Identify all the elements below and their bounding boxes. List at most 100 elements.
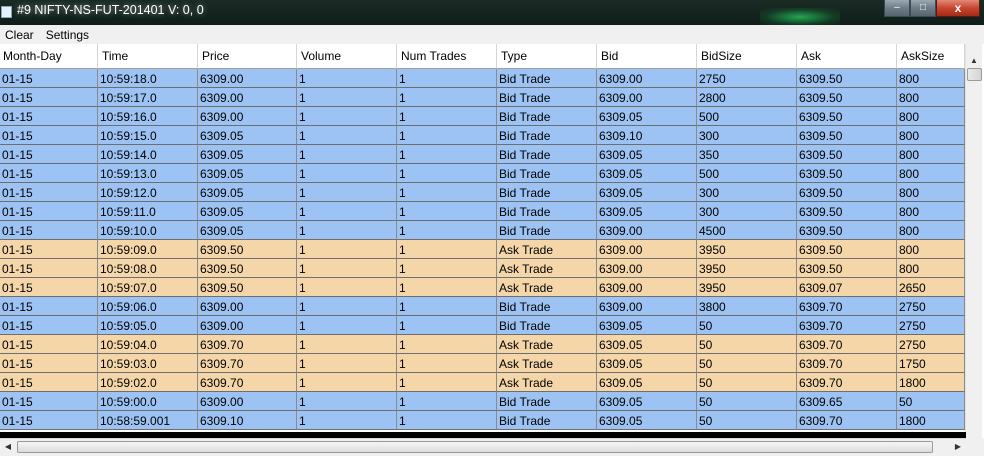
cell-asksize: 800 [897, 126, 965, 145]
table-row[interactable]: 01-15 10:59:13.0 6309.05 1 1 Bid Trade 6309.05… [0, 164, 965, 183]
cell-type: Bid Trade [497, 145, 597, 164]
column-header-ask[interactable]: Ask [797, 44, 897, 69]
table-row[interactable]: 01-15 10:58:59.001 6309.10 1 1 Bid Trade 6309.… [0, 411, 965, 430]
cell-num-trades: 1 [397, 335, 497, 354]
cell-bidsize: 300 [697, 202, 797, 221]
table-row[interactable]: 01-15 10:59:11.0 6309.05 1 1 Bid Trade 6309.05… [0, 202, 965, 221]
title-bar[interactable]: #9 NIFTY-NS-FUT-201401 V: 0, 0 – □ x [0, 0, 984, 25]
cell-price: 6309.50 [198, 278, 297, 297]
column-header-bid[interactable]: Bid [597, 44, 697, 69]
cell-bidsize: 3800 [697, 297, 797, 316]
cell-bidsize: 50 [697, 411, 797, 430]
cell-month-day: 01-15 [0, 202, 98, 221]
cell-bidsize: 2800 [697, 88, 797, 107]
cell-type: Bid Trade [497, 202, 597, 221]
menu-settings[interactable]: Settings [41, 28, 96, 42]
cell-month-day: 01-15 [0, 335, 98, 354]
cell-type: Bid Trade [497, 183, 597, 202]
maximize-button[interactable]: □ [910, 0, 936, 17]
cell-ask: 6309.50 [797, 221, 897, 240]
cell-time: 10:59:13.0 [98, 164, 198, 183]
cell-bidsize: 50 [697, 392, 797, 411]
table-row[interactable]: 01-15 10:59:00.0 6309.00 1 1 Bid Trade 6309.05… [0, 392, 965, 411]
cell-bid: 6309.05 [597, 373, 697, 392]
cell-time: 10:59:02.0 [98, 373, 198, 392]
column-header-time[interactable]: Time [98, 44, 198, 69]
app-icon[interactable] [1, 6, 12, 18]
cell-type: Ask Trade [497, 335, 597, 354]
cell-time: 10:59:03.0 [98, 354, 198, 373]
scroll-up-arrow-icon[interactable]: ▲ [966, 52, 982, 69]
cell-bid: 6309.10 [597, 126, 697, 145]
minimize-button[interactable]: – [884, 0, 910, 17]
cell-volume: 1 [297, 183, 397, 202]
scroll-left-arrow-icon[interactable]: ◀ [0, 439, 16, 455]
cell-time: 10:59:16.0 [98, 107, 198, 126]
column-header-type[interactable]: Type [497, 44, 597, 69]
cell-type: Ask Trade [497, 240, 597, 259]
cell-type: Bid Trade [497, 297, 597, 316]
table-row[interactable]: 01-15 10:59:09.0 6309.50 1 1 Ask Trade 6309.00… [0, 240, 965, 259]
cell-ask: 6309.50 [797, 240, 897, 259]
horizontal-scrollbar[interactable]: ◀ ▶ [0, 438, 966, 455]
table-row[interactable]: 01-15 10:59:18.0 6309.00 1 1 Bid Trade 6309.00… [0, 69, 965, 88]
vertical-scrollbar[interactable]: ▲ [965, 44, 982, 438]
cell-bidsize: 50 [697, 316, 797, 335]
cell-volume: 1 [297, 297, 397, 316]
column-header-volume[interactable]: Volume [297, 44, 397, 69]
table-row[interactable]: 01-15 10:59:05.0 6309.00 1 1 Bid Trade 6309.05… [0, 316, 965, 335]
column-header-bidsize[interactable]: BidSize [697, 44, 797, 69]
cell-num-trades: 1 [397, 126, 497, 145]
cell-num-trades: 1 [397, 259, 497, 278]
table-row[interactable]: 01-15 10:59:08.0 6309.50 1 1 Ask Trade 6309.00… [0, 259, 965, 278]
horizontal-scroll-thumb[interactable] [17, 441, 933, 453]
column-header-asksize[interactable]: AskSize [897, 44, 965, 69]
cell-asksize: 2650 [897, 278, 965, 297]
cell-price: 6309.50 [198, 259, 297, 278]
table-row[interactable]: 01-15 10:59:16.0 6309.00 1 1 Bid Trade 6309.05… [0, 107, 965, 126]
cell-month-day: 01-15 [0, 297, 98, 316]
table-row[interactable]: 01-15 10:59:02.0 6309.70 1 1 Ask Trade 6309.05… [0, 373, 965, 392]
table-row[interactable]: 01-15 10:59:14.0 6309.05 1 1 Bid Trade 6309.05… [0, 145, 965, 164]
menu-clear[interactable]: Clear [0, 28, 41, 42]
cell-asksize: 800 [897, 202, 965, 221]
cell-price: 6309.05 [198, 221, 297, 240]
window-controls: – □ x [884, 0, 980, 18]
cell-ask: 6309.70 [797, 411, 897, 430]
table-row[interactable]: 01-15 10:59:06.0 6309.00 1 1 Bid Trade 6309.00… [0, 297, 965, 316]
scroll-right-arrow-icon[interactable]: ▶ [950, 439, 966, 455]
table-row[interactable]: 01-15 10:59:10.0 6309.05 1 1 Bid Trade 6309.00… [0, 221, 965, 240]
cell-month-day: 01-15 [0, 316, 98, 335]
column-header-month-day[interactable]: Month-Day [0, 44, 98, 69]
column-header-price[interactable]: Price [198, 44, 297, 69]
table-row[interactable]: 01-15 10:59:04.0 6309.70 1 1 Ask Trade 6309.05… [0, 335, 965, 354]
cell-asksize: 800 [897, 69, 965, 88]
cell-time: 10:59:11.0 [98, 202, 198, 221]
table-row[interactable]: 01-15 10:59:15.0 6309.05 1 1 Bid Trade 6309.10… [0, 126, 965, 145]
cell-type: Ask Trade [497, 373, 597, 392]
cell-time: 10:58:59.001 [98, 411, 198, 430]
cell-month-day: 01-15 [0, 164, 98, 183]
cell-num-trades: 1 [397, 316, 497, 335]
table-row[interactable]: 01-15 10:59:17.0 6309.00 1 1 Bid Trade 6309.00… [0, 88, 965, 107]
cell-asksize: 800 [897, 145, 965, 164]
table-row[interactable]: 01-15 10:59:07.0 6309.50 1 1 Ask Trade 6309.00… [0, 278, 965, 297]
cell-price: 6309.00 [198, 88, 297, 107]
column-header-num-trades[interactable]: Num Trades [397, 44, 497, 69]
cell-time: 10:59:05.0 [98, 316, 198, 335]
cell-time: 10:59:12.0 [98, 183, 198, 202]
cell-time: 10:59:17.0 [98, 88, 198, 107]
cell-bid: 6309.05 [597, 392, 697, 411]
cell-type: Bid Trade [497, 164, 597, 183]
cell-price: 6309.05 [198, 126, 297, 145]
cell-price: 6309.05 [198, 183, 297, 202]
cell-price: 6309.70 [198, 373, 297, 392]
cell-bid: 6309.05 [597, 145, 697, 164]
cell-num-trades: 1 [397, 354, 497, 373]
cell-type: Ask Trade [497, 259, 597, 278]
vertical-scroll-thumb[interactable] [967, 68, 982, 81]
close-button[interactable]: x [936, 0, 980, 17]
cell-num-trades: 1 [397, 392, 497, 411]
table-row[interactable]: 01-15 10:59:12.0 6309.05 1 1 Bid Trade 6309.05… [0, 183, 965, 202]
table-row[interactable]: 01-15 10:59:03.0 6309.70 1 1 Ask Trade 6309.05… [0, 354, 965, 373]
